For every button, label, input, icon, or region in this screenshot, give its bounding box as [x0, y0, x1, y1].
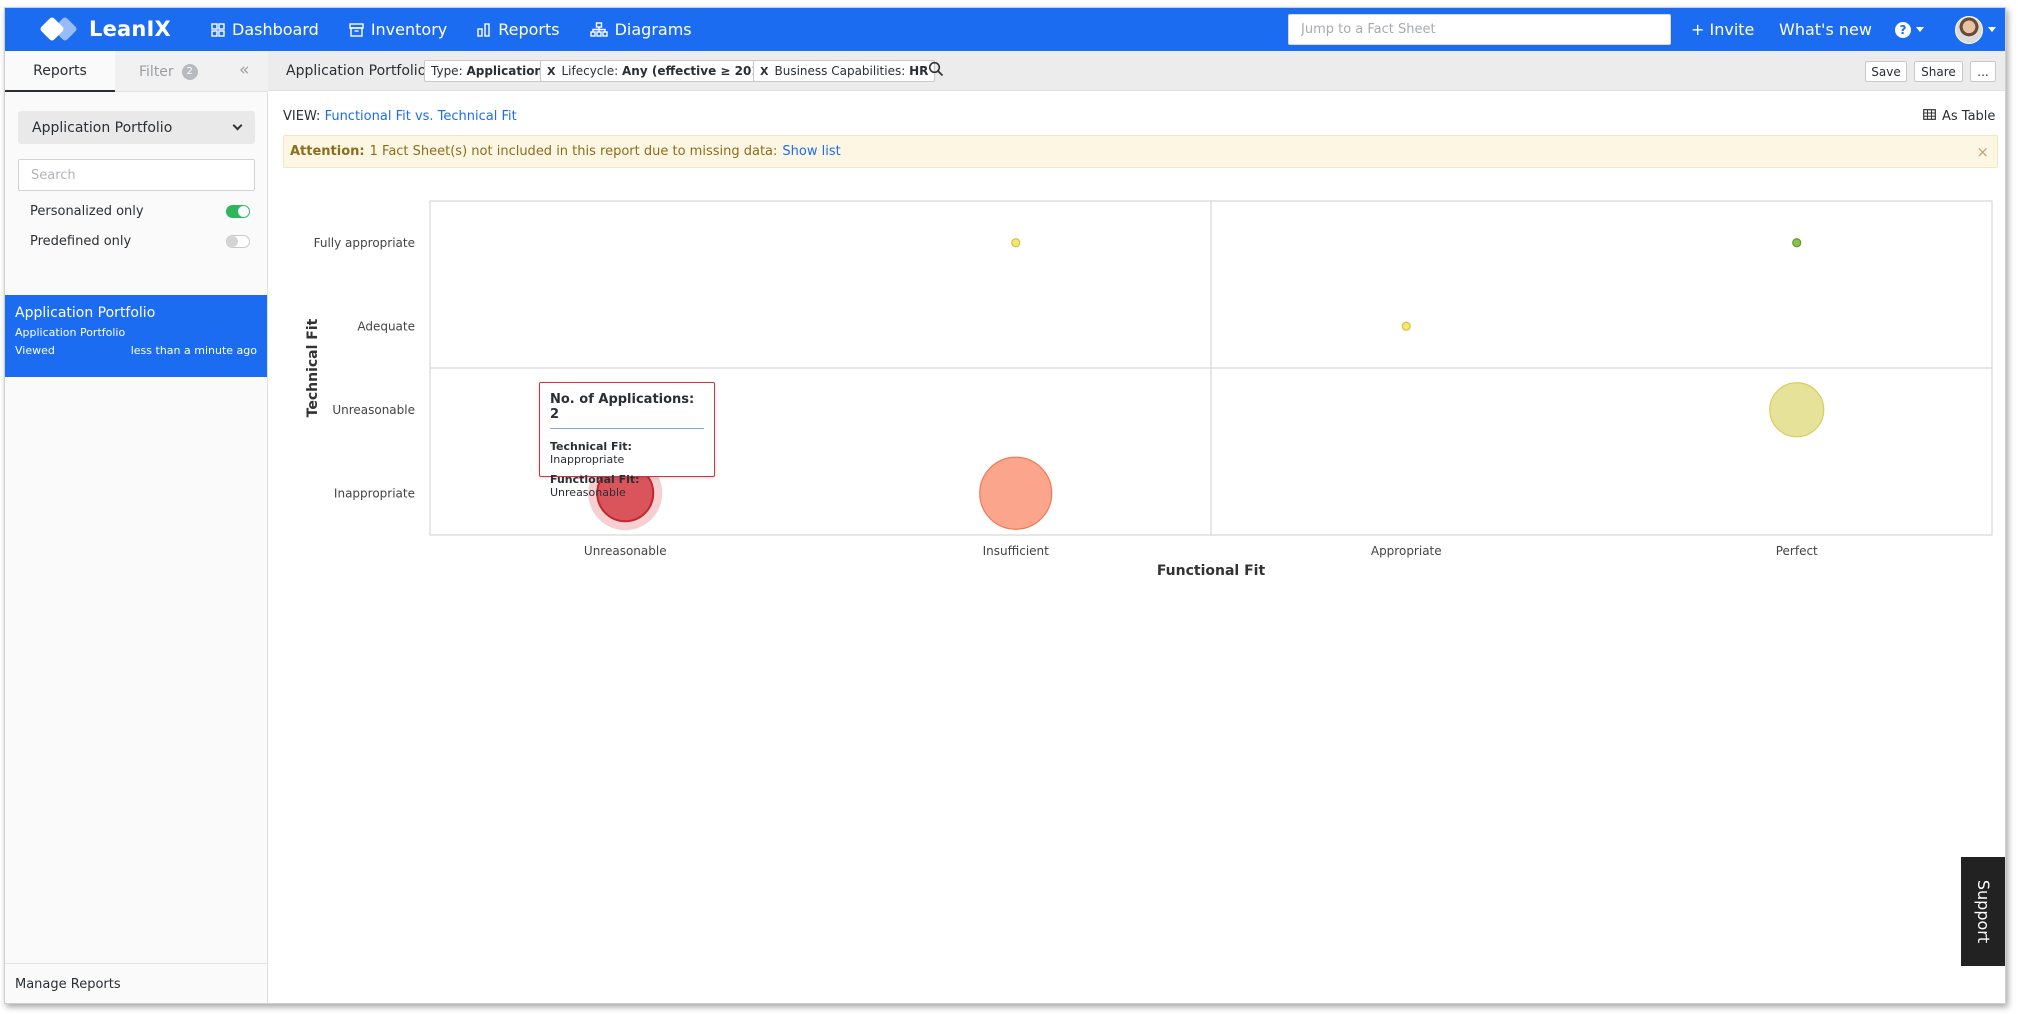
filter-chip-lifecycle[interactable]: X Lifecycle: Any (effective ≥ 2019)	[540, 60, 781, 82]
box-icon	[349, 22, 364, 37]
app-window: LeanIX Dashboard Inventory Reports Diagr…	[4, 7, 2006, 1004]
personalized-only-toggle[interactable]	[226, 204, 250, 218]
report-search-input[interactable]	[18, 159, 255, 191]
portfolio-matrix-chart: Unreasonable Insufficient Appropriate Perfe…	[305, 200, 1993, 579]
save-button[interactable]: Save	[1865, 61, 1907, 82]
y-tick-label: Fully appropriate	[314, 236, 415, 250]
nav-diagrams[interactable]: Diagrams	[589, 20, 692, 39]
y-tick-label: Adequate	[357, 319, 415, 333]
top-nav-bar: LeanIX Dashboard Inventory Reports Diagr…	[5, 8, 2005, 51]
search-icon[interactable]	[928, 61, 944, 81]
chevron-down-icon	[232, 120, 243, 131]
report-type-value: Application Portfolio	[32, 119, 173, 136]
remove-chip-icon[interactable]: X	[760, 65, 768, 78]
predefined-only-row: Predefined only	[30, 231, 250, 251]
nav-diagrams-label: Diagrams	[614, 20, 692, 39]
chip-lifecycle-text: Lifecycle: Any (effective ≥ 2019)	[561, 64, 774, 78]
support-button[interactable]: Support	[1961, 857, 2005, 966]
x-tick-label: Perfect	[1776, 544, 1818, 558]
avatar	[1955, 15, 1983, 44]
x-tick-label: Unreasonable	[584, 544, 667, 558]
tooltip-functional-fit: Functional Fit: Unreasonable	[550, 473, 640, 499]
predefined-only-toggle[interactable]	[226, 234, 250, 248]
reports-sidebar: Reports Filter 2 « Application Portfolio…	[5, 51, 268, 1003]
personalized-only-label: Personalized only	[30, 203, 144, 219]
data-bubble	[1401, 321, 1411, 331]
share-button[interactable]: Share	[1914, 61, 1963, 82]
show-list-link[interactable]: Show list	[782, 144, 840, 159]
report-item-viewed-label: Viewed	[15, 344, 55, 357]
filter-count-badge: 2	[181, 63, 198, 80]
help-icon: ?	[1895, 21, 1911, 38]
chip-capabilities-text: Business Capabilities: HR	[774, 64, 929, 78]
remove-chip-icon[interactable]: X	[547, 65, 555, 78]
report-toolbar: Application Portfolio Type: Application …	[268, 51, 2005, 91]
x-tick-label: Appropriate	[1371, 544, 1442, 558]
nav-dashboard[interactable]: Dashboard	[211, 20, 319, 39]
x-tick-label: Insufficient	[983, 544, 1050, 558]
report-item-viewed-time: less than a minute ago	[130, 344, 257, 357]
support-label: Support	[1974, 879, 1994, 944]
data-bubble	[1769, 382, 1825, 438]
caret-down-icon	[1916, 27, 1924, 32]
tab-reports[interactable]: Reports	[5, 51, 115, 92]
tooltip-title: No. of Applications: 2	[550, 392, 704, 429]
filter-chip-type[interactable]: Type: Application	[424, 60, 550, 82]
y-tick-label: Inappropriate	[334, 486, 415, 500]
table-icon	[1923, 109, 1936, 124]
view-selector: VIEW: Functional Fit vs. Technical Fit	[283, 109, 517, 124]
view-name-link[interactable]: Functional Fit vs. Technical Fit	[325, 109, 517, 124]
help-menu[interactable]: ?	[1895, 8, 1924, 51]
attention-message: 1 Fact Sheet(s) not included in this rep…	[369, 144, 778, 159]
report-item-meta: Viewed less than a minute ago	[15, 344, 257, 357]
nav-dashboard-label: Dashboard	[232, 20, 319, 39]
as-table-label: As Table	[1942, 109, 1996, 124]
data-bubble	[979, 456, 1053, 530]
report-title: Application Portfolio	[286, 63, 427, 79]
invite-button[interactable]: + Invite	[1691, 8, 1754, 51]
attention-banner: Attention: 1 Fact Sheet(s) not included …	[283, 135, 1998, 168]
y-tick-label: Unreasonable	[332, 403, 415, 417]
filter-chip-business-capabilities[interactable]: X Business Capabilities: HR	[753, 60, 936, 82]
bar-chart-icon	[477, 22, 491, 37]
report-list-item-selected[interactable]: Application Portfolio Application Portfo…	[5, 295, 267, 377]
nav-reports[interactable]: Reports	[477, 20, 560, 39]
caret-down-icon	[1988, 27, 1996, 32]
whats-new-link[interactable]: What's new	[1779, 8, 1872, 51]
tooltip-technical-fit: Technical Fit: Inappropriate	[550, 440, 632, 466]
nav-inventory-label: Inventory	[370, 20, 448, 39]
data-bubble	[1011, 238, 1021, 248]
tab-filter-label: Filter	[139, 63, 174, 80]
predefined-only-label: Predefined only	[30, 233, 132, 249]
report-item-title: Application Portfolio	[15, 305, 156, 321]
chart-tooltip: No. of Applications: 2 Technical Fit: In…	[539, 382, 715, 499]
manage-reports-link[interactable]: Manage Reports	[5, 963, 267, 1003]
leanix-logo-icon	[39, 16, 78, 42]
user-menu[interactable]	[1955, 8, 1996, 51]
main-nav: Dashboard Inventory Reports Diagrams	[211, 8, 692, 51]
logo-text: LeanIX	[89, 17, 171, 41]
chip-type-text: Type: Application	[431, 64, 543, 78]
more-options-button[interactable]: ...	[1970, 61, 1996, 82]
jump-to-fact-sheet-input[interactable]	[1288, 14, 1671, 45]
nav-reports-label: Reports	[498, 20, 560, 39]
grid-icon	[211, 22, 225, 37]
as-table-button[interactable]: As Table	[1923, 109, 1995, 124]
view-prefix: VIEW:	[283, 109, 321, 124]
close-icon[interactable]: ×	[1976, 143, 1989, 161]
nav-inventory[interactable]: Inventory	[349, 20, 447, 39]
y-axis-label: Technical Fit	[305, 318, 321, 417]
data-bubble	[1792, 238, 1802, 248]
sidebar-tabs: Reports Filter 2 «	[5, 51, 268, 92]
sitemap-icon	[589, 22, 608, 37]
personalized-only-row: Personalized only	[30, 201, 250, 221]
report-item-subtitle: Application Portfolio	[15, 326, 126, 339]
x-axis-label: Functional Fit	[1157, 563, 1266, 579]
tab-filter[interactable]: Filter 2	[139, 51, 198, 92]
collapse-sidebar-icon[interactable]: «	[239, 60, 249, 80]
attention-label: Attention:	[290, 144, 365, 159]
logo[interactable]: LeanIX	[39, 16, 171, 42]
report-type-select[interactable]: Application Portfolio	[18, 111, 255, 144]
